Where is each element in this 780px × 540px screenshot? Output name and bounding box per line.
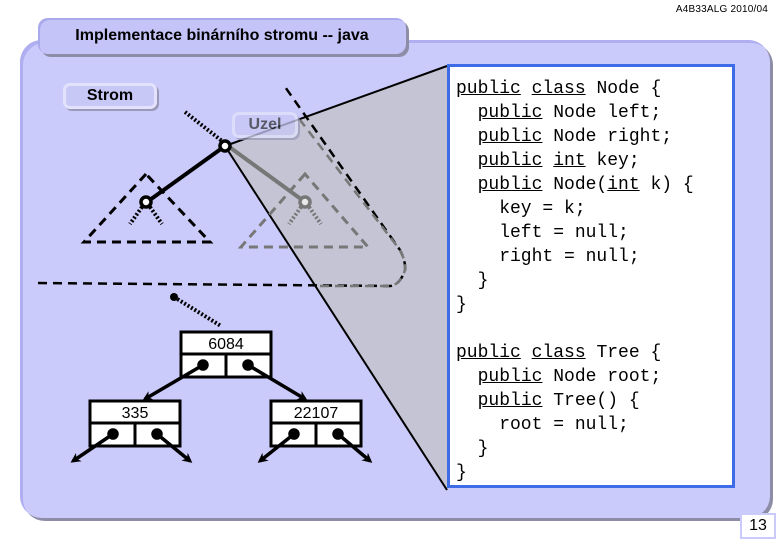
node-root-key: 6084: [208, 336, 244, 353]
code-line: left = null;: [456, 223, 629, 243]
root-pointer: [172, 295, 223, 328]
code-line: }: [456, 295, 467, 315]
code-line: public class Node {: [456, 79, 661, 99]
root-node-marker: [218, 139, 232, 153]
node-label: Uzel: [232, 112, 298, 138]
code-line: public Tree() {: [456, 391, 640, 411]
code-keyword: public: [456, 79, 521, 99]
right-child-node: [298, 195, 312, 209]
code-line: }: [456, 439, 489, 459]
tree-label-text: Strom: [86, 87, 134, 104]
code-panel: public class Node { public Node left; pu…: [447, 64, 735, 488]
code-line: root = null;: [456, 415, 629, 435]
root-left-pointer: [142, 363, 204, 401]
code-token: Node left;: [542, 103, 662, 123]
code-keyword: public: [477, 391, 543, 411]
code-line: right = null;: [456, 247, 640, 267]
left-child-stub-l: [128, 205, 144, 226]
root-right-pointer: [247, 363, 308, 401]
code-keyword: public: [456, 343, 521, 363]
code-token: right = null;: [456, 247, 640, 267]
code-token: Node(: [542, 175, 608, 195]
code-keyword: public: [477, 367, 543, 387]
code-token: }: [456, 271, 489, 291]
code-keyword: public: [477, 175, 543, 195]
code-token: k) {: [639, 175, 694, 195]
code-token: Node {: [585, 79, 662, 99]
code-line: public Node(int k) {: [456, 175, 694, 195]
tree-label: Strom: [63, 83, 157, 109]
code-token: key = k;: [456, 199, 586, 219]
node-right-box: 22107: [269, 399, 363, 448]
code-line: public Node root;: [456, 367, 662, 387]
code-line: }: [456, 463, 467, 483]
node-class-code: public class Node { public Node left; pu…: [456, 77, 694, 317]
code-token: Node right;: [542, 127, 673, 147]
node-left-key: 335: [122, 405, 149, 422]
code-token: left = null;: [456, 223, 629, 243]
code-line: public class Tree {: [456, 343, 661, 363]
code-keyword: public: [477, 127, 543, 147]
code-keyword: int: [553, 151, 586, 171]
page-number-text: 13: [749, 517, 767, 534]
code-keyword: public: [477, 151, 543, 171]
code-token: Tree {: [585, 343, 662, 363]
code-keyword: class: [531, 79, 586, 99]
code-token: key;: [585, 151, 640, 171]
code-keyword: public: [477, 103, 543, 123]
left-child-stub-r: [148, 205, 164, 226]
code-token: Tree() {: [542, 391, 640, 411]
code-line: public Node left;: [456, 103, 662, 123]
code-token: }: [456, 463, 467, 483]
parent-link-dotted: [183, 110, 224, 143]
left-child-node: [139, 195, 153, 209]
code-keyword: class: [531, 343, 586, 363]
code-token: }: [456, 439, 489, 459]
code-token: root = null;: [456, 415, 629, 435]
code-line: public int key;: [456, 151, 640, 171]
code-token: }: [456, 295, 467, 315]
code-line: key = k;: [456, 199, 586, 219]
code-token: Node root;: [542, 367, 662, 387]
node-label-text: Uzel: [248, 116, 282, 133]
tree-class-code: public class Tree { public Node root; pu…: [456, 341, 661, 485]
page-number: 13: [740, 513, 776, 539]
left-subtree-edge: [145, 144, 227, 204]
code-keyword: int: [607, 175, 640, 195]
node-right-key: 22107: [294, 405, 339, 422]
code-line: public Node right;: [456, 127, 672, 147]
code-line: }: [456, 271, 489, 291]
